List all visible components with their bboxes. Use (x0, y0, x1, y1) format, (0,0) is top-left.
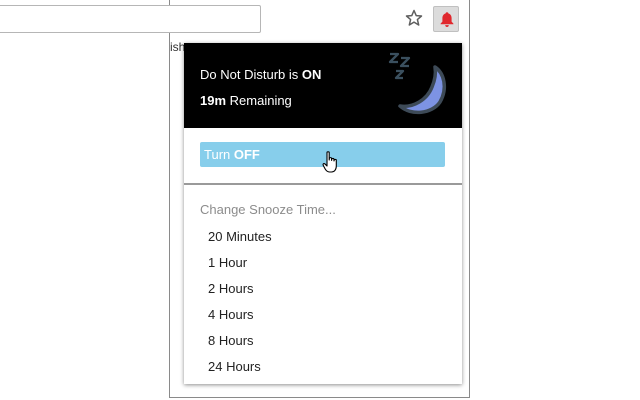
snooze-option-4-hours[interactable]: 4 Hours (208, 307, 254, 322)
bookmark-star-icon[interactable] (405, 9, 423, 27)
status-panel: Do Not Disturb is ON 19m Remaining (184, 43, 462, 128)
snooze-heading: Change Snooze Time... (200, 202, 336, 217)
dnd-state: ON (301, 67, 322, 82)
snooze-option-8-hours[interactable]: 8 Hours (208, 333, 254, 348)
snooze-option-20-minutes[interactable]: 20 Minutes (208, 229, 272, 244)
snooze-option-2-hours[interactable]: 2 Hours (208, 281, 254, 296)
address-bar[interactable] (0, 5, 261, 33)
bell-icon (440, 12, 454, 27)
section-divider (184, 183, 462, 185)
time-remaining-text: 19m Remaining (200, 93, 292, 108)
extension-button[interactable] (433, 6, 459, 32)
dnd-popup: Do Not Disturb is ON 19m Remaining Turn … (184, 43, 462, 384)
hand-cursor-icon (322, 151, 337, 173)
snooze-option-1-hour[interactable]: 1 Hour (208, 255, 247, 270)
snooze-option-24-hours[interactable]: 24 Hours (208, 359, 261, 374)
time-remaining-value: 19m (200, 93, 227, 108)
dnd-status-text: Do Not Disturb is ON (200, 67, 322, 82)
sleeping-moon-icon (388, 52, 447, 115)
